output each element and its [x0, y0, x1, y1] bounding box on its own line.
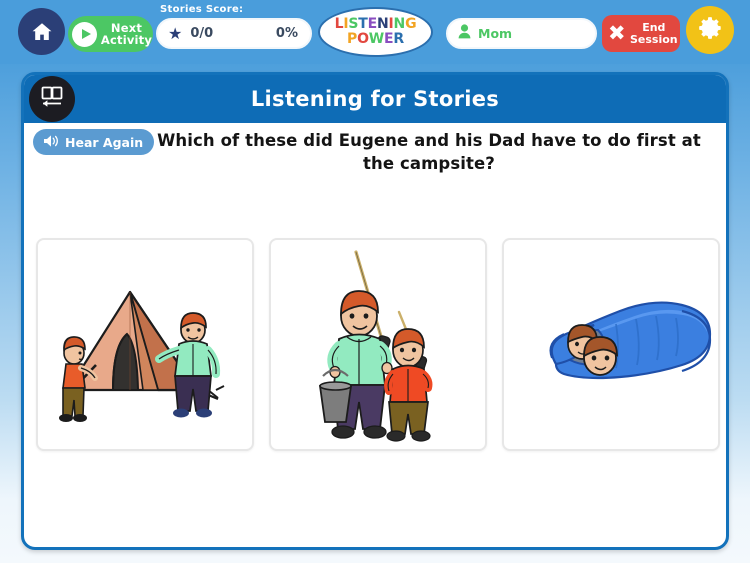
answer-options	[36, 238, 720, 453]
end-session-label: End Session	[629, 20, 678, 46]
fishing-illustration	[318, 250, 433, 442]
star-icon: ★	[168, 23, 183, 43]
next-activity-button[interactable]: Next Activity	[68, 16, 153, 52]
next-activity-label: Next Activity	[100, 20, 153, 47]
user-name: Mom	[478, 26, 513, 41]
stories-score-label: Stories Score:	[160, 4, 244, 15]
logo-line-1: LISTENING	[334, 16, 417, 32]
listening-power-logo[interactable]: LISTENING POWER	[318, 7, 433, 57]
person-icon	[458, 24, 471, 43]
answer-card-fishing[interactable]	[269, 238, 487, 451]
speaker-icon	[43, 133, 60, 152]
settings-button[interactable]	[686, 6, 734, 54]
question-text: Which of these did Eugene and his Dad ha…	[157, 131, 701, 173]
answer-card-sleeping-bag[interactable]	[502, 238, 720, 451]
hear-again-label: Hear Again	[65, 134, 144, 150]
end-session-button[interactable]: ✖ End Session	[602, 15, 680, 52]
user-selector[interactable]: Mom	[446, 18, 597, 49]
tent-illustration	[59, 290, 225, 422]
score-value: 0/0	[190, 26, 214, 41]
hear-again-button[interactable]: Hear Again	[33, 129, 154, 155]
home-icon	[30, 20, 54, 44]
sleeping-bag-illustration	[549, 301, 712, 380]
home-button[interactable]	[18, 8, 65, 55]
close-x-icon: ✖	[608, 21, 626, 45]
activity-panel: Listening for Stories Hear Again Which o…	[21, 72, 729, 550]
logo-line-2: POWER	[347, 31, 404, 47]
answer-card-tent[interactable]	[36, 238, 254, 451]
stories-score-display: ★ 0/0 0%	[156, 18, 312, 49]
page-title: Listening for Stories	[250, 87, 500, 111]
top-toolbar: Next Activity Stories Score: ★ 0/0 0% LIS…	[0, 0, 750, 64]
panel-header: Listening for Stories	[24, 75, 726, 123]
play-icon	[72, 21, 97, 47]
gear-icon	[696, 14, 724, 46]
score-percent: 0%	[275, 26, 298, 41]
